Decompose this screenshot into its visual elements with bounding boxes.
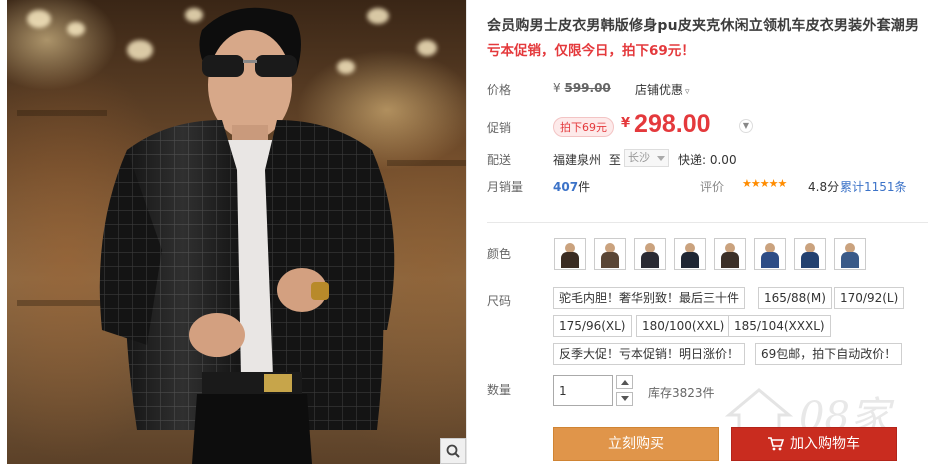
quantity-increase-button[interactable]: [616, 375, 633, 389]
add-to-cart-label: 加入购物车: [790, 436, 860, 452]
quantity-label: 数量: [487, 383, 512, 397]
jacket-thumbnail: [676, 240, 704, 268]
jacket-thumbnail: [836, 240, 864, 268]
shipping-fee: 快递: 0.00: [678, 153, 737, 167]
current-price-value: 298.00: [634, 110, 711, 138]
size-option[interactable]: 69包邮，拍下自动改价！: [755, 343, 903, 365]
add-to-cart-button[interactable]: 加入购物车: [731, 427, 897, 461]
promo-tag: 拍下69元: [553, 117, 614, 137]
promo-price-label: 促销: [487, 121, 512, 135]
promo-text: 亏本促销，仅限今日，拍下69元！: [487, 43, 695, 59]
buy-now-button[interactable]: 立刻购买: [553, 427, 719, 461]
color-swatch[interactable]: [634, 238, 666, 270]
stock-count: 库存3823件: [648, 386, 715, 400]
size-option[interactable]: 180/100(XXL): [636, 315, 731, 337]
rating-label: 评价: [700, 180, 725, 194]
magnifier-icon: [446, 444, 460, 458]
review-count-link[interactable]: 累计1151条: [840, 178, 907, 195]
color-swatch[interactable]: [554, 238, 586, 270]
currency-symbol: ¥: [553, 81, 561, 95]
destination-value: 长沙: [628, 151, 650, 164]
original-price: ¥ 599.00: [553, 81, 611, 95]
current-price: ¥298.00: [621, 110, 711, 139]
price-details-toggle[interactable]: ▼: [739, 119, 753, 133]
shipping-label: 配送: [487, 153, 512, 167]
divider: [487, 222, 928, 223]
original-price-value: 599.00: [564, 81, 611, 95]
star-rating-icon: ★★★★★: [742, 177, 787, 190]
product-info-panel: 会员购男士皮衣男韩版修身pu皮夹克休闲立领机车皮衣男装外套潮男 亏本促销，仅限今…: [487, 0, 928, 471]
chevron-down-icon: [620, 396, 629, 401]
model-figure: [99, 7, 395, 464]
color-swatch[interactable]: [674, 238, 706, 270]
jacket-thumbnail: [716, 240, 744, 268]
jacket-thumbnail: [596, 240, 624, 268]
quantity-input[interactable]: [553, 375, 613, 406]
shop-discount-label: 店铺优惠: [635, 83, 684, 97]
product-photo[interactable]: [7, 0, 467, 464]
size-option[interactable]: 175/96(XL): [553, 315, 632, 337]
color-swatch[interactable]: [714, 238, 746, 270]
size-option[interactable]: 反季大促！亏本促销！明日涨价！: [553, 343, 746, 365]
jacket-thumbnail: [556, 240, 584, 268]
currency-symbol: ¥: [621, 116, 631, 131]
cart-icon: [768, 437, 784, 451]
color-swatches: [554, 238, 866, 270]
ship-origin: 福建泉州: [553, 153, 602, 167]
jacket-thumbnail: [636, 240, 664, 268]
color-label: 颜色: [487, 247, 512, 261]
destination-select[interactable]: 长沙: [624, 149, 669, 167]
monthly-sales: 407件: [553, 178, 590, 195]
product-title: 会员购男士皮衣男韩版修身pu皮夹克休闲立领机车皮衣男装外套潮男: [487, 18, 920, 34]
chevron-up-icon: [620, 380, 629, 385]
size-option[interactable]: 驼毛内胆！奢华别致！最后三十件: [553, 287, 746, 309]
color-swatch[interactable]: [834, 238, 866, 270]
price-label: 价格: [487, 83, 512, 97]
sales-unit: 件: [578, 180, 591, 194]
chevron-down-icon: ▿: [685, 87, 690, 97]
sales-count: 407: [553, 180, 579, 194]
rating-score: 4.8分: [808, 180, 840, 194]
color-swatch[interactable]: [754, 238, 786, 270]
jacket-thumbnail: [756, 240, 784, 268]
ship-from: 福建泉州 至: [553, 151, 621, 168]
shop-discount-dropdown[interactable]: 店铺优惠 ▿: [635, 81, 690, 98]
color-swatch[interactable]: [594, 238, 626, 270]
ship-to-word: 至: [608, 153, 621, 167]
size-option[interactable]: 170/92(L): [834, 287, 905, 309]
size-label: 尺码: [487, 294, 512, 308]
monthly-sales-label: 月销量: [487, 180, 524, 194]
zoom-button[interactable]: [440, 438, 466, 464]
size-option[interactable]: 185/104(XXXL): [728, 315, 831, 337]
dropdown-arrow-icon: [657, 156, 665, 161]
chevron-down-icon: ▼: [742, 121, 750, 130]
size-option[interactable]: 165/88(M): [758, 287, 832, 309]
quantity-decrease-button[interactable]: [616, 392, 633, 406]
color-swatch[interactable]: [794, 238, 826, 270]
jacket-thumbnail: [796, 240, 824, 268]
